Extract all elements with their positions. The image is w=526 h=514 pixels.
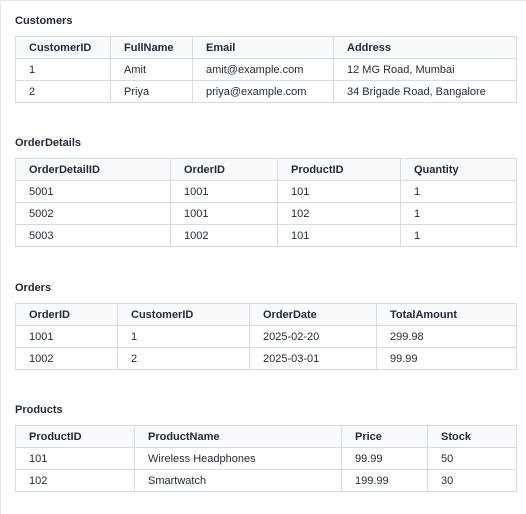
table-cell: 12 MG Road, Mumbai (333, 58, 517, 81)
orderdetails-section: OrderDetails OrderDetailID OrderID Produ… (15, 136, 517, 248)
orderdetails-table-title: OrderDetails (15, 137, 82, 149)
customers-section: Customers CustomerID FullName Email Addr… (15, 14, 517, 104)
table-row: 1002 2 2025-03-01 99.99 (15, 347, 517, 370)
table-cell: 5001 (15, 180, 171, 203)
table-row: 1001 1 2025-02-20 299.98 (15, 325, 517, 348)
table-cell: 1002 (15, 347, 118, 370)
table-cell: 1001 (170, 202, 278, 225)
table-cell: 101 (277, 224, 401, 247)
column-header: CustomerID (117, 303, 250, 326)
table-cell: Smartwatch (134, 469, 342, 492)
column-header: Email (192, 36, 334, 59)
column-header: OrderID (170, 158, 278, 181)
orderdetails-table: OrderDetailID OrderID ProductID Quantity… (15, 158, 517, 247)
table-header-row: CustomerID FullName Email Address (15, 36, 517, 59)
table-cell: Wireless Headphones (134, 447, 342, 470)
database-tables-view: Customers CustomerID FullName Email Addr… (0, 0, 526, 514)
column-header: TotalAmount (376, 303, 517, 326)
products-section: Products ProductID ProductName Price Sto… (15, 403, 517, 493)
column-header: ProductName (134, 425, 342, 448)
column-header: ProductID (15, 425, 135, 448)
table-cell: 50 (427, 447, 517, 470)
column-header: ProductID (277, 158, 401, 181)
table-cell: 101 (15, 447, 135, 470)
table-cell: 2025-03-01 (249, 347, 377, 370)
table-header-row: OrderDetailID OrderID ProductID Quantity (15, 158, 517, 181)
table-cell: 102 (15, 469, 135, 492)
table-cell: 102 (277, 202, 401, 225)
table-cell: 1 (15, 58, 111, 81)
table-cell: 1001 (170, 180, 278, 203)
orders-section: Orders OrderID CustomerID OrderDate Tota… (15, 281, 517, 371)
table-cell: 299.98 (376, 325, 517, 348)
table-header-row: OrderID CustomerID OrderDate TotalAmount (15, 303, 517, 326)
table-row: 5001 1001 101 1 (15, 180, 517, 203)
table-cell: 34 Brigade Road, Bangalore (333, 80, 517, 103)
column-header: OrderDate (249, 303, 377, 326)
column-header: CustomerID (15, 36, 111, 59)
table-cell: 199.99 (341, 469, 428, 492)
table-cell: 30 (427, 469, 517, 492)
table-cell: Priya (110, 80, 193, 103)
table-cell: 101 (277, 180, 401, 203)
table-cell: 99.99 (376, 347, 517, 370)
table-header-row: ProductID ProductName Price Stock (15, 425, 517, 448)
table-row: 2 Priya priya@example.com 34 Brigade Roa… (15, 80, 517, 103)
column-header: OrderDetailID (15, 158, 171, 181)
table-cell: 1 (400, 202, 517, 225)
column-header: OrderID (15, 303, 118, 326)
table-cell: 1 (400, 180, 517, 203)
column-header: Address (333, 36, 517, 59)
table-cell: 1 (117, 325, 250, 348)
orders-table-title: Orders (15, 282, 52, 294)
customers-table: CustomerID FullName Email Address 1 Amit… (15, 36, 517, 103)
table-cell: 2 (15, 80, 111, 103)
table-row: 102 Smartwatch 199.99 30 (15, 469, 517, 492)
table-cell: 2025-02-20 (249, 325, 377, 348)
table-row: 5003 1002 101 1 (15, 224, 517, 247)
table-cell: priya@example.com (192, 80, 334, 103)
table-cell: 5002 (15, 202, 171, 225)
orders-table: OrderID CustomerID OrderDate TotalAmount… (15, 303, 517, 370)
table-cell: 1002 (170, 224, 278, 247)
table-cell: 99.99 (341, 447, 428, 470)
column-header: Quantity (400, 158, 517, 181)
table-cell: 1 (400, 224, 517, 247)
column-header: Price (341, 425, 428, 448)
table-cell: amit@example.com (192, 58, 334, 81)
table-row: 101 Wireless Headphones 99.99 50 (15, 447, 517, 470)
table-cell: 1001 (15, 325, 118, 348)
column-header: Stock (427, 425, 517, 448)
table-cell: 2 (117, 347, 250, 370)
customers-table-title: Customers (15, 15, 73, 27)
table-row: 5002 1001 102 1 (15, 202, 517, 225)
column-header: FullName (110, 36, 193, 59)
table-cell: 5003 (15, 224, 171, 247)
products-table: ProductID ProductName Price Stock 101 Wi… (15, 425, 517, 492)
products-table-title: Products (15, 404, 63, 416)
table-cell: Amit (110, 58, 193, 81)
table-row: 1 Amit amit@example.com 12 MG Road, Mumb… (15, 58, 517, 81)
